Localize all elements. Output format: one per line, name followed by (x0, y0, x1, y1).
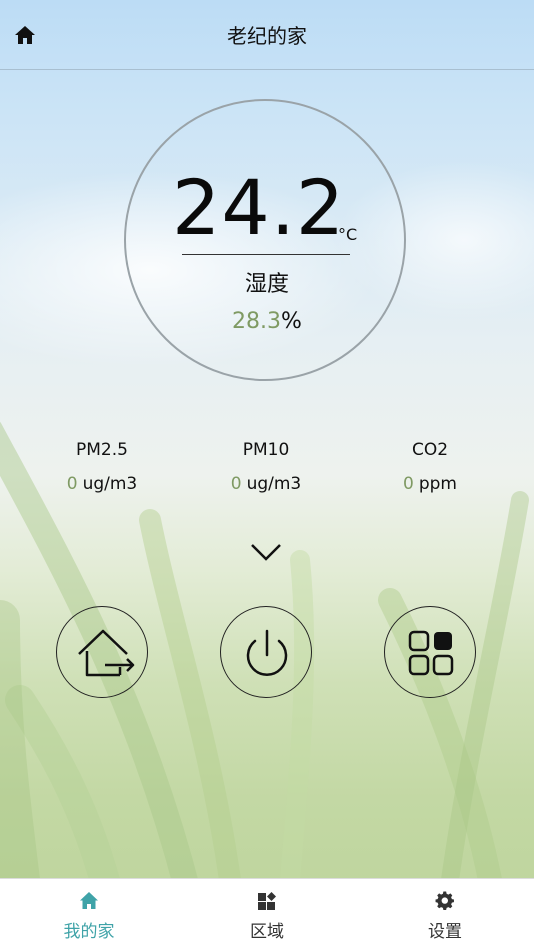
sensor-value: 0 ug/m3 (196, 472, 336, 496)
sensor-unit: ug/m3 (246, 474, 302, 494)
tab-label: 设置 (428, 922, 462, 942)
apps-grid-icon (408, 630, 454, 676)
sensor-number: 0 (230, 474, 242, 494)
area-icon (258, 892, 276, 910)
sensor-name: PM2.5 (76, 440, 128, 460)
bottom-tab-bar: 我的家 区域 设置 (0, 878, 534, 950)
power-button[interactable] (220, 606, 312, 698)
sensor-number: 0 (403, 474, 414, 494)
humidity-number: 28.3 (232, 309, 282, 334)
tab-my-home[interactable]: 我的家 (0, 879, 178, 950)
sensor-unit: ug/m3 (82, 474, 138, 494)
humidity-unit: % (281, 309, 302, 334)
home-icon (80, 892, 98, 909)
tab-area[interactable]: 区域 (178, 879, 356, 950)
leave-home-button[interactable] (56, 606, 148, 698)
sensor-unit: ppm (418, 474, 457, 494)
sensor-name: CO2 (411, 440, 449, 460)
humidity-value: 28.3% (0, 309, 534, 334)
sensor-pm10: PM10 0 ug/m3 (196, 438, 336, 496)
tab-label: 区域 (250, 922, 284, 942)
sensor-value: 0 ug/m3 (32, 472, 172, 496)
humidity-label: 湿度 (244, 272, 289, 297)
sensor-pm25: PM2.5 0 ug/m3 (32, 438, 172, 496)
power-icon (246, 629, 288, 676)
top-bar: 老纪的家 (0, 0, 534, 70)
sensor-name: PM10 (242, 440, 290, 460)
tab-label: 我的家 (63, 922, 115, 942)
temperature-unit: °C (338, 225, 358, 244)
leave-home-icon (78, 629, 135, 677)
gear-icon (435, 891, 454, 910)
tab-settings[interactable]: 设置 (356, 879, 534, 950)
app-screen: 老纪的家 24.2 °C 湿度 28.3% PM2.5 0 ug/m3 PM10 … (0, 0, 534, 950)
sensor-value: 0 ppm (360, 472, 500, 496)
page-title: 老纪的家 (227, 24, 307, 48)
sensor-readings: PM2.5 0 ug/m3 PM10 0 ug/m3 CO2 0 ppm (0, 438, 534, 498)
sensor-number: 0 (66, 474, 78, 494)
gauge-divider (182, 254, 350, 255)
sensor-co2: CO2 0 ppm (360, 438, 500, 496)
chevron-down-icon[interactable] (249, 540, 283, 564)
apps-button[interactable] (384, 606, 476, 698)
temperature-value: 24.2 (172, 163, 346, 252)
